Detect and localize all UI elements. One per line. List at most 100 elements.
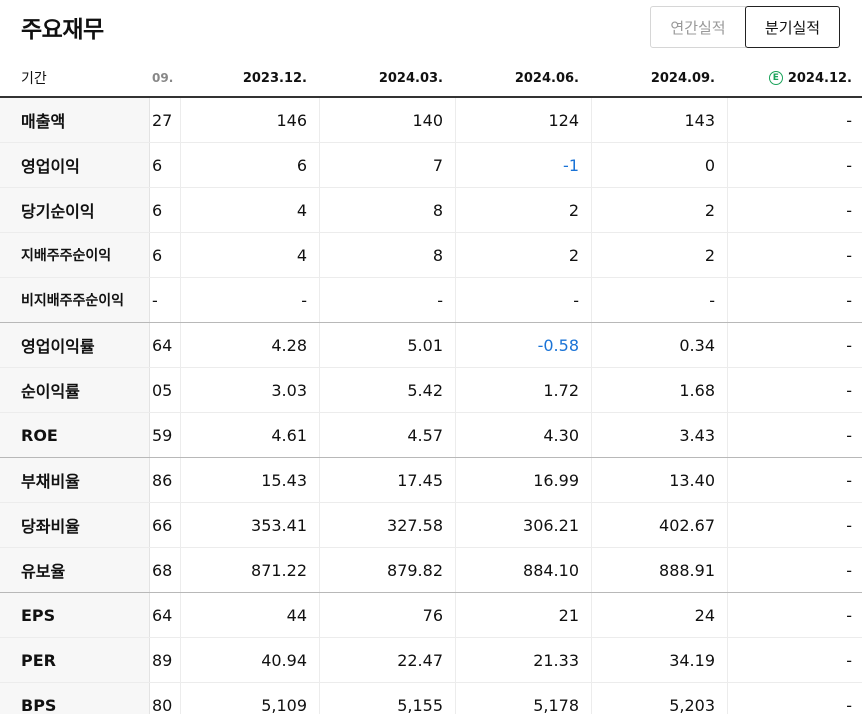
row-label: 당기순이익	[0, 188, 150, 232]
table-cell: 21.33	[455, 638, 591, 682]
table-cell: 2	[455, 188, 591, 232]
table-cell: 6	[152, 200, 163, 220]
table-cell: 140	[319, 98, 455, 142]
table-cell: -	[591, 278, 727, 322]
table-cell: 3.03	[180, 368, 319, 412]
section-title: 주요재무	[21, 17, 104, 43]
table-cell: -	[727, 323, 862, 367]
table-cell: 353.41	[180, 503, 319, 547]
quarterly-results-tab[interactable]: 분기실적	[745, 6, 840, 48]
table-cell: 34.19	[591, 638, 727, 682]
table-cell: 44	[180, 593, 319, 637]
row-label: 부채비율	[0, 458, 150, 502]
table-cell: 124	[455, 98, 591, 142]
table-cell: -	[152, 290, 158, 310]
table-cell: 5,178	[455, 683, 591, 714]
table-cell: 5.42	[319, 368, 455, 412]
table-cell: -	[727, 593, 862, 637]
table-cell: 66	[152, 515, 173, 535]
table-cell: 2	[455, 233, 591, 277]
table-row: 영업이익 6 6 7 -1 0-	[0, 143, 862, 188]
row-label: 순이익률	[0, 368, 150, 412]
row-label: 지배주주순이익	[0, 233, 150, 277]
column-header-estimate: E 2024.12.	[727, 60, 862, 96]
table-cell: 2	[591, 188, 727, 232]
table-cell: 4	[180, 233, 319, 277]
table-header-row: 기간 09. 2023.12. 2024.03. 2024.06. 2024.0…	[0, 60, 862, 98]
table-cell: 68	[152, 560, 173, 580]
table-cell: 59	[152, 425, 173, 445]
table-cell: 76	[319, 593, 455, 637]
table-row: 비지배주주순이익 - - - - - -	[0, 278, 862, 323]
table-cell: -	[180, 278, 319, 322]
table-cell: 5.01	[319, 323, 455, 367]
annual-results-tab[interactable]: 연간실적	[650, 6, 746, 48]
table-cell: 1.68	[591, 368, 727, 412]
table-row: ROE 59 4.61 4.57 4.30 3.43-	[0, 413, 862, 458]
table-cell: 0.34	[591, 323, 727, 367]
table-row: 지배주주순이익 6 4 8 2 2-	[0, 233, 862, 278]
table-cell: -	[455, 278, 591, 322]
table-cell: 6	[152, 245, 163, 265]
row-label: 유보율	[0, 548, 150, 592]
table-row: 부채비율 86 15.43 17.45 16.99 13.40-	[0, 458, 862, 503]
table-cell: -1	[455, 143, 591, 187]
table-cell: 86	[152, 470, 173, 490]
row-label: ROE	[0, 413, 150, 457]
table-cell: 5,203	[591, 683, 727, 714]
row-label: PER	[0, 638, 150, 682]
table-row: BPS 80 5,109 5,155 5,178 5,203-	[0, 683, 862, 714]
table-cell: -	[727, 98, 862, 142]
table-row: 매출액 27 146 140 124 143-	[0, 98, 862, 143]
table-cell: 327.58	[319, 503, 455, 547]
table-cell: 879.82	[319, 548, 455, 592]
table-row: 순이익률 05 3.03 5.42 1.72 1.68-	[0, 368, 862, 413]
column-header-label: 2024.12.	[787, 70, 852, 86]
table-cell: 884.10	[455, 548, 591, 592]
period-label: 기간	[0, 60, 150, 96]
table-cell: 0	[591, 143, 727, 187]
table-row: 영업이익률 64 4.28 5.01 -0.58 0.34-	[0, 323, 862, 368]
table-cell: 4.61	[180, 413, 319, 457]
table-cell: 6	[152, 155, 163, 175]
table-cell: 7	[319, 143, 455, 187]
table-cell: -	[727, 413, 862, 457]
table-cell: 6	[180, 143, 319, 187]
table-cell: 143	[591, 98, 727, 142]
table-cell: -	[727, 233, 862, 277]
column-header: 09.	[152, 71, 174, 85]
table-cell: 22.47	[319, 638, 455, 682]
table-cell: -	[727, 548, 862, 592]
row-label: 매출액	[0, 98, 150, 142]
row-label: 영업이익	[0, 143, 150, 187]
table-cell: 5,155	[319, 683, 455, 714]
table-cell: 05	[152, 380, 173, 400]
table-row: EPS 64 44 76 21 24-	[0, 593, 862, 638]
table-cell: 80	[152, 695, 173, 714]
column-header: 2024.09.	[650, 70, 715, 86]
column-header: 2024.06.	[514, 70, 579, 86]
table-cell: 17.45	[319, 458, 455, 502]
table-cell: 8	[319, 233, 455, 277]
table-cell: 24	[591, 593, 727, 637]
column-header: 2023.12.	[242, 70, 307, 86]
table-cell: -	[727, 683, 862, 714]
column-header: 2024.03.	[378, 70, 443, 86]
table-cell: 402.67	[591, 503, 727, 547]
table-cell: 3.43	[591, 413, 727, 457]
table-cell: 64	[152, 335, 173, 355]
table-row: 유보율 68 871.22 879.82 884.10 888.91-	[0, 548, 862, 593]
table-row: 당기순이익 6 4 8 2 2-	[0, 188, 862, 233]
table-cell: -	[727, 503, 862, 547]
table-body: 매출액 27 146 140 124 143- 영업이익 6 6 7 -1 0- 당기순이익 6 4 8 2 2-…	[0, 98, 862, 714]
table-cell: 27	[152, 110, 173, 130]
table-cell: -	[727, 143, 862, 187]
table-cell: -	[727, 458, 862, 502]
row-label: EPS	[0, 593, 150, 637]
table-cell: 8	[319, 188, 455, 232]
table-cell: -0.58	[455, 323, 591, 367]
table-cell: -	[727, 638, 862, 682]
row-label: 당좌비율	[0, 503, 150, 547]
table-cell: 4.57	[319, 413, 455, 457]
table-row: PER 89 40.94 22.47 21.33 34.19-	[0, 638, 862, 683]
